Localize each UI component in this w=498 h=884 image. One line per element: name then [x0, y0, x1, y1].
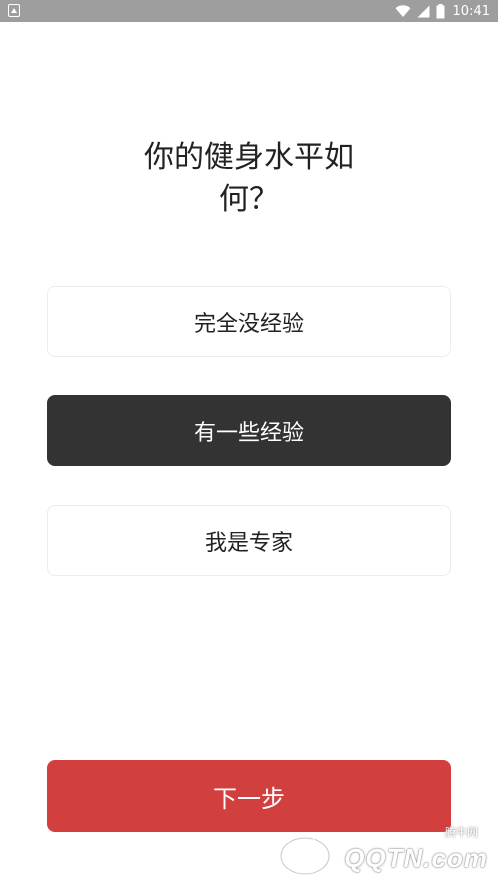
screen: 10:41 你的健身水平如何？ 完全没经验 有一些经验 我是专家 下一步 腾牛网… [0, 0, 498, 884]
status-right: 10:41 [395, 2, 490, 20]
watermark: 腾牛网 QQTN.com [277, 824, 492, 880]
option-expert[interactable]: 我是专家 [47, 505, 451, 576]
question-container: 你的健身水平如何？ [0, 137, 498, 221]
option-label: 完全没经验 [193, 311, 304, 337]
watermark-brand: QQTN.com [344, 843, 488, 873]
next-button[interactable]: 下一步 [47, 760, 451, 832]
question-title: 你的健身水平如何？ [144, 140, 354, 217]
status-bar: 10:41 [0, 0, 498, 22]
option-label: 有一些经验 [193, 420, 304, 446]
option-no-experience[interactable]: 完全没经验 [47, 286, 451, 357]
app-notification-icon [8, 4, 20, 17]
watermark-logo-icon [278, 835, 332, 877]
cell-signal-icon [417, 5, 430, 17]
option-some-experience[interactable]: 有一些经验 [47, 395, 451, 466]
battery-icon [436, 3, 445, 18]
watermark-cn: 腾牛网 [445, 826, 478, 839]
next-button-label: 下一步 [213, 784, 285, 813]
wifi-icon [395, 4, 411, 17]
option-label: 我是专家 [204, 530, 293, 556]
status-time: 10:41 [452, 3, 490, 19]
